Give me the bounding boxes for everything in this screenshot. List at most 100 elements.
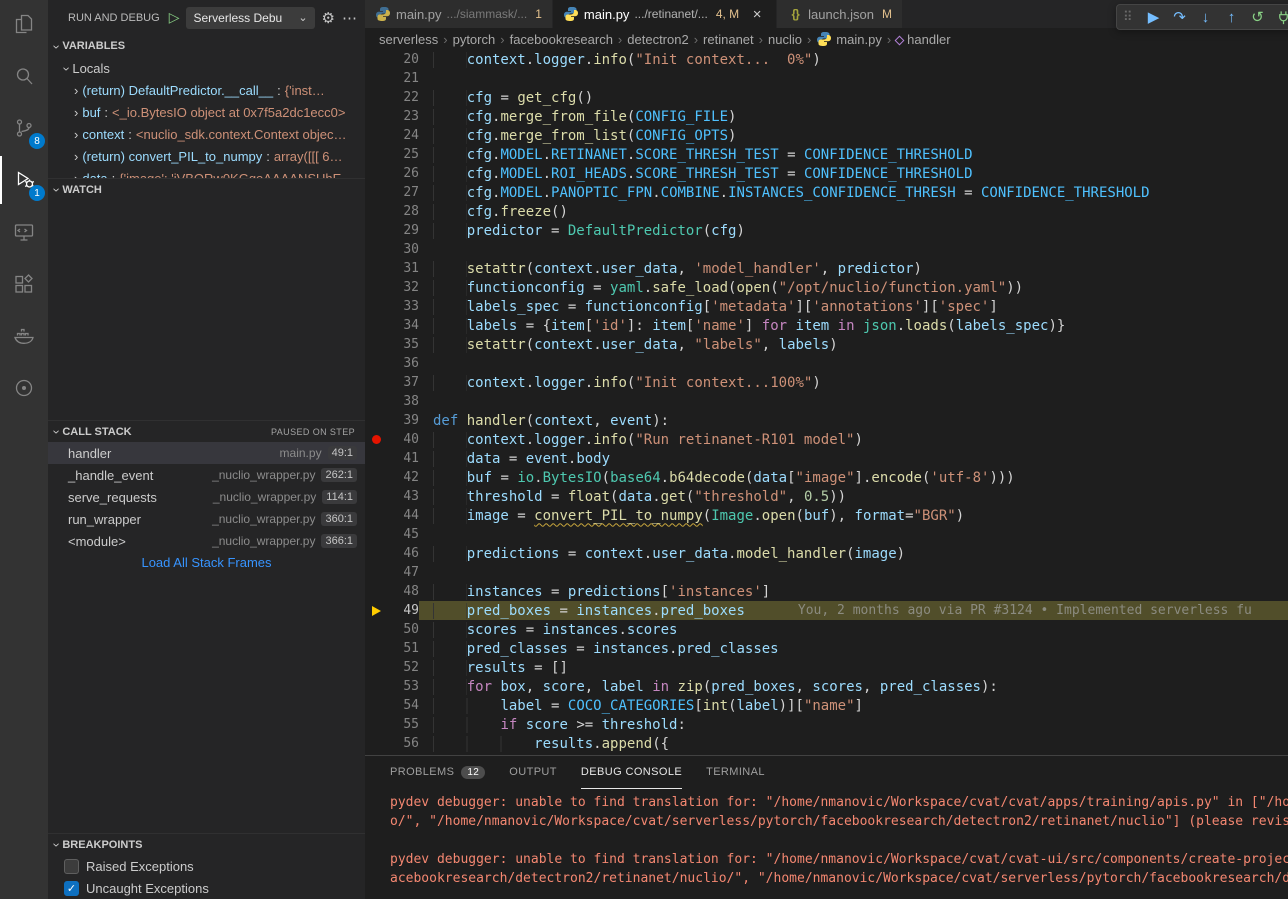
- code-line[interactable]: 27 cfg.MODEL.PANOPTIC_FPN.COMBINE.INSTAN…: [365, 183, 1288, 202]
- variables-section-header[interactable]: › VARIABLES: [48, 35, 365, 57]
- activity-item-run-and-debug[interactable]: 1: [0, 156, 48, 204]
- code-line[interactable]: 22 cfg = get_cfg(): [365, 88, 1288, 107]
- call-stack-frame[interactable]: _handle_event_nuclio_wrapper.py262:1: [48, 464, 365, 486]
- code-line[interactable]: 44 image = convert_PIL_to_numpy(Image.op…: [365, 506, 1288, 525]
- code-line[interactable]: 39def handler(context, event):: [365, 411, 1288, 430]
- breakpoint-icon[interactable]: [365, 435, 387, 444]
- variable-row[interactable]: ›(return) convert_PIL_to_numpy: array([[…: [48, 145, 365, 167]
- code-line[interactable]: 28 cfg.freeze(): [365, 202, 1288, 221]
- breakpoint-row[interactable]: Raised Exceptions: [48, 855, 365, 877]
- code-line[interactable]: 40 context.logger.info("Run retinanet-R1…: [365, 430, 1288, 449]
- call-stack-list: handlermain.py49:1_handle_event_nuclio_w…: [48, 442, 365, 574]
- code-line[interactable]: 21: [365, 69, 1288, 88]
- code-line[interactable]: 35 setattr(context.user_data, "labels", …: [365, 335, 1288, 354]
- code-line[interactable]: 50 scores = instances.scores: [365, 620, 1288, 639]
- breadcrumb-item[interactable]: nuclio: [768, 32, 802, 47]
- code-line[interactable]: 51 pred_classes = instances.pred_classes: [365, 639, 1288, 658]
- load-all-stack-frames-link[interactable]: Load All Stack Frames: [48, 552, 365, 574]
- step-into-icon[interactable]: ↓: [1194, 6, 1217, 28]
- code-editor[interactable]: 20 context.logger.info("Init context... …: [365, 50, 1288, 753]
- code-line[interactable]: 32 functionconfig = yaml.safe_load(open(…: [365, 278, 1288, 297]
- breadcrumb-item[interactable]: main.py: [816, 31, 882, 47]
- code-line[interactable]: 36: [365, 354, 1288, 373]
- code-line[interactable]: 53 for box, score, label in zip(pred_box…: [365, 677, 1288, 696]
- frame-file: _nuclio_wrapper.py: [212, 512, 315, 526]
- debug-console-output[interactable]: pydev debugger: unable to find translati…: [365, 789, 1288, 888]
- breadcrumb-item[interactable]: serverless: [379, 32, 438, 47]
- disconnect-icon[interactable]: [1272, 6, 1288, 28]
- breadcrumb-item[interactable]: pytorch: [453, 32, 496, 47]
- breadcrumb-item[interactable]: handler: [896, 32, 950, 47]
- code-line[interactable]: 29 predictor = DefaultPredictor(cfg): [365, 221, 1288, 240]
- watch-section-header[interactable]: › WATCH: [48, 178, 365, 200]
- gear-icon[interactable]: ⚙: [322, 9, 335, 27]
- code-line[interactable]: 23 cfg.merge_from_file(CONFIG_FILE): [365, 107, 1288, 126]
- more-actions-icon[interactable]: ⋯: [342, 9, 357, 27]
- restart-icon[interactable]: ↺: [1246, 6, 1269, 28]
- code-line[interactable]: 47: [365, 563, 1288, 582]
- code-line[interactable]: 48 instances = predictions['instances']: [365, 582, 1288, 601]
- step-out-icon[interactable]: ↑: [1220, 6, 1243, 28]
- breakpoints-section-header[interactable]: › BREAKPOINTS: [48, 833, 365, 855]
- code-line[interactable]: 43 threshold = float(data.get("threshold…: [365, 487, 1288, 506]
- breakpoint-row[interactable]: ✓Uncaught Exceptions: [48, 877, 365, 899]
- variable-row[interactable]: ›data: {'image': 'iVBORw0KGgoAAAANSUhE…: [48, 167, 365, 178]
- call-stack-frame[interactable]: serve_requests_nuclio_wrapper.py114:1: [48, 486, 365, 508]
- call-stack-frame[interactable]: <module>_nuclio_wrapper.py366:1: [48, 530, 365, 552]
- code-line[interactable]: 20 context.logger.info("Init context... …: [365, 50, 1288, 69]
- code-line[interactable]: 38: [365, 392, 1288, 411]
- code-line[interactable]: 56 results.append({: [365, 734, 1288, 753]
- activity-item-extensions[interactable]: [0, 260, 48, 308]
- breadcrumb-item[interactable]: detectron2: [627, 32, 688, 47]
- activity-item-explorer[interactable]: [0, 0, 48, 48]
- checkbox-checked[interactable]: ✓: [64, 881, 79, 896]
- debug-start-icon[interactable]: ▷: [169, 9, 180, 26]
- code-line[interactable]: 52 results = []: [365, 658, 1288, 677]
- variable-row[interactable]: ›context: <nuclio_sdk.context.Context ob…: [48, 123, 365, 145]
- breadcrumb-item[interactable]: retinanet: [703, 32, 754, 47]
- close-icon[interactable]: ×: [748, 6, 766, 23]
- code-line[interactable]: 34 labels = {item['id']: item['name'] fo…: [365, 316, 1288, 335]
- code-line[interactable]: 46 predictions = context.user_data.model…: [365, 544, 1288, 563]
- code-line[interactable]: 33 labels_spec = functionconfig['metadat…: [365, 297, 1288, 316]
- activity-item-circle-plugin[interactable]: [0, 364, 48, 412]
- code-line[interactable]: 30: [365, 240, 1288, 259]
- breadcrumb-item[interactable]: facebookresearch: [510, 32, 613, 47]
- variable-row[interactable]: ›(return) DefaultPredictor.__call__: {'i…: [48, 79, 365, 101]
- panel-tab-terminal[interactable]: TERMINAL: [706, 756, 765, 789]
- activity-item-docker[interactable]: [0, 312, 48, 360]
- continue-icon[interactable]: ▶: [1142, 6, 1165, 28]
- editor-tab[interactable]: {}launch.jsonM: [777, 0, 903, 28]
- call-stack-frame[interactable]: handlermain.py49:1: [48, 442, 365, 464]
- panel-tab-debug-console[interactable]: DEBUG CONSOLE: [581, 756, 682, 789]
- activity-item-search[interactable]: [0, 52, 48, 100]
- gripper-icon[interactable]: ⠿: [1123, 9, 1139, 25]
- code-line[interactable]: 54 label = COCO_CATEGORIES[int(label)]["…: [365, 696, 1288, 715]
- code-line[interactable]: 26 cfg.MODEL.ROI_HEADS.SCORE_THRESH_TEST…: [365, 164, 1288, 183]
- code-line[interactable]: 55 if score >= threshold:: [365, 715, 1288, 734]
- code-line[interactable]: 24 cfg.merge_from_list(CONFIG_OPTS): [365, 126, 1288, 145]
- editor-tab[interactable]: main.py.../retinanet/...4, M×: [553, 0, 777, 28]
- line-number: 55: [387, 717, 419, 732]
- code-line[interactable]: 41 data = event.body: [365, 449, 1288, 468]
- code-line[interactable]: 37 context.logger.info("Init context...1…: [365, 373, 1288, 392]
- activity-item-remote-explorer[interactable]: [0, 208, 48, 256]
- debug-config-dropdown[interactable]: Serverless Debu ⌄: [186, 7, 314, 29]
- line-number: 49: [387, 603, 419, 618]
- code-line[interactable]: 45: [365, 525, 1288, 544]
- checkbox-unchecked[interactable]: [64, 859, 79, 874]
- code-line[interactable]: 42 buf = io.BytesIO(base64.b64decode(dat…: [365, 468, 1288, 487]
- variables-scope-row[interactable]: ›Locals: [48, 57, 365, 79]
- current-line-arrow-icon[interactable]: [365, 606, 387, 616]
- code-line[interactable]: 31 setattr(context.user_data, 'model_han…: [365, 259, 1288, 278]
- code-line[interactable]: 25 cfg.MODEL.RETINANET.SCORE_THRESH_TEST…: [365, 145, 1288, 164]
- call-stack-section-header[interactable]: › CALL STACK PAUSED ON STEP: [48, 420, 365, 442]
- variable-row[interactable]: ›buf: <_io.BytesIO object at 0x7f5a2dc1e…: [48, 101, 365, 123]
- call-stack-frame[interactable]: run_wrapper_nuclio_wrapper.py360:1: [48, 508, 365, 530]
- editor-tab[interactable]: main.py.../siammask/...1: [365, 0, 553, 28]
- panel-tab-problems[interactable]: PROBLEMS12: [390, 756, 485, 789]
- step-over-icon[interactable]: ↷: [1168, 6, 1191, 28]
- activity-item-source-control[interactable]: 8: [0, 104, 48, 152]
- panel-tab-output[interactable]: OUTPUT: [509, 756, 557, 789]
- code-line[interactable]: 49 pred_boxes = instances.pred_boxesYou,…: [365, 601, 1288, 620]
